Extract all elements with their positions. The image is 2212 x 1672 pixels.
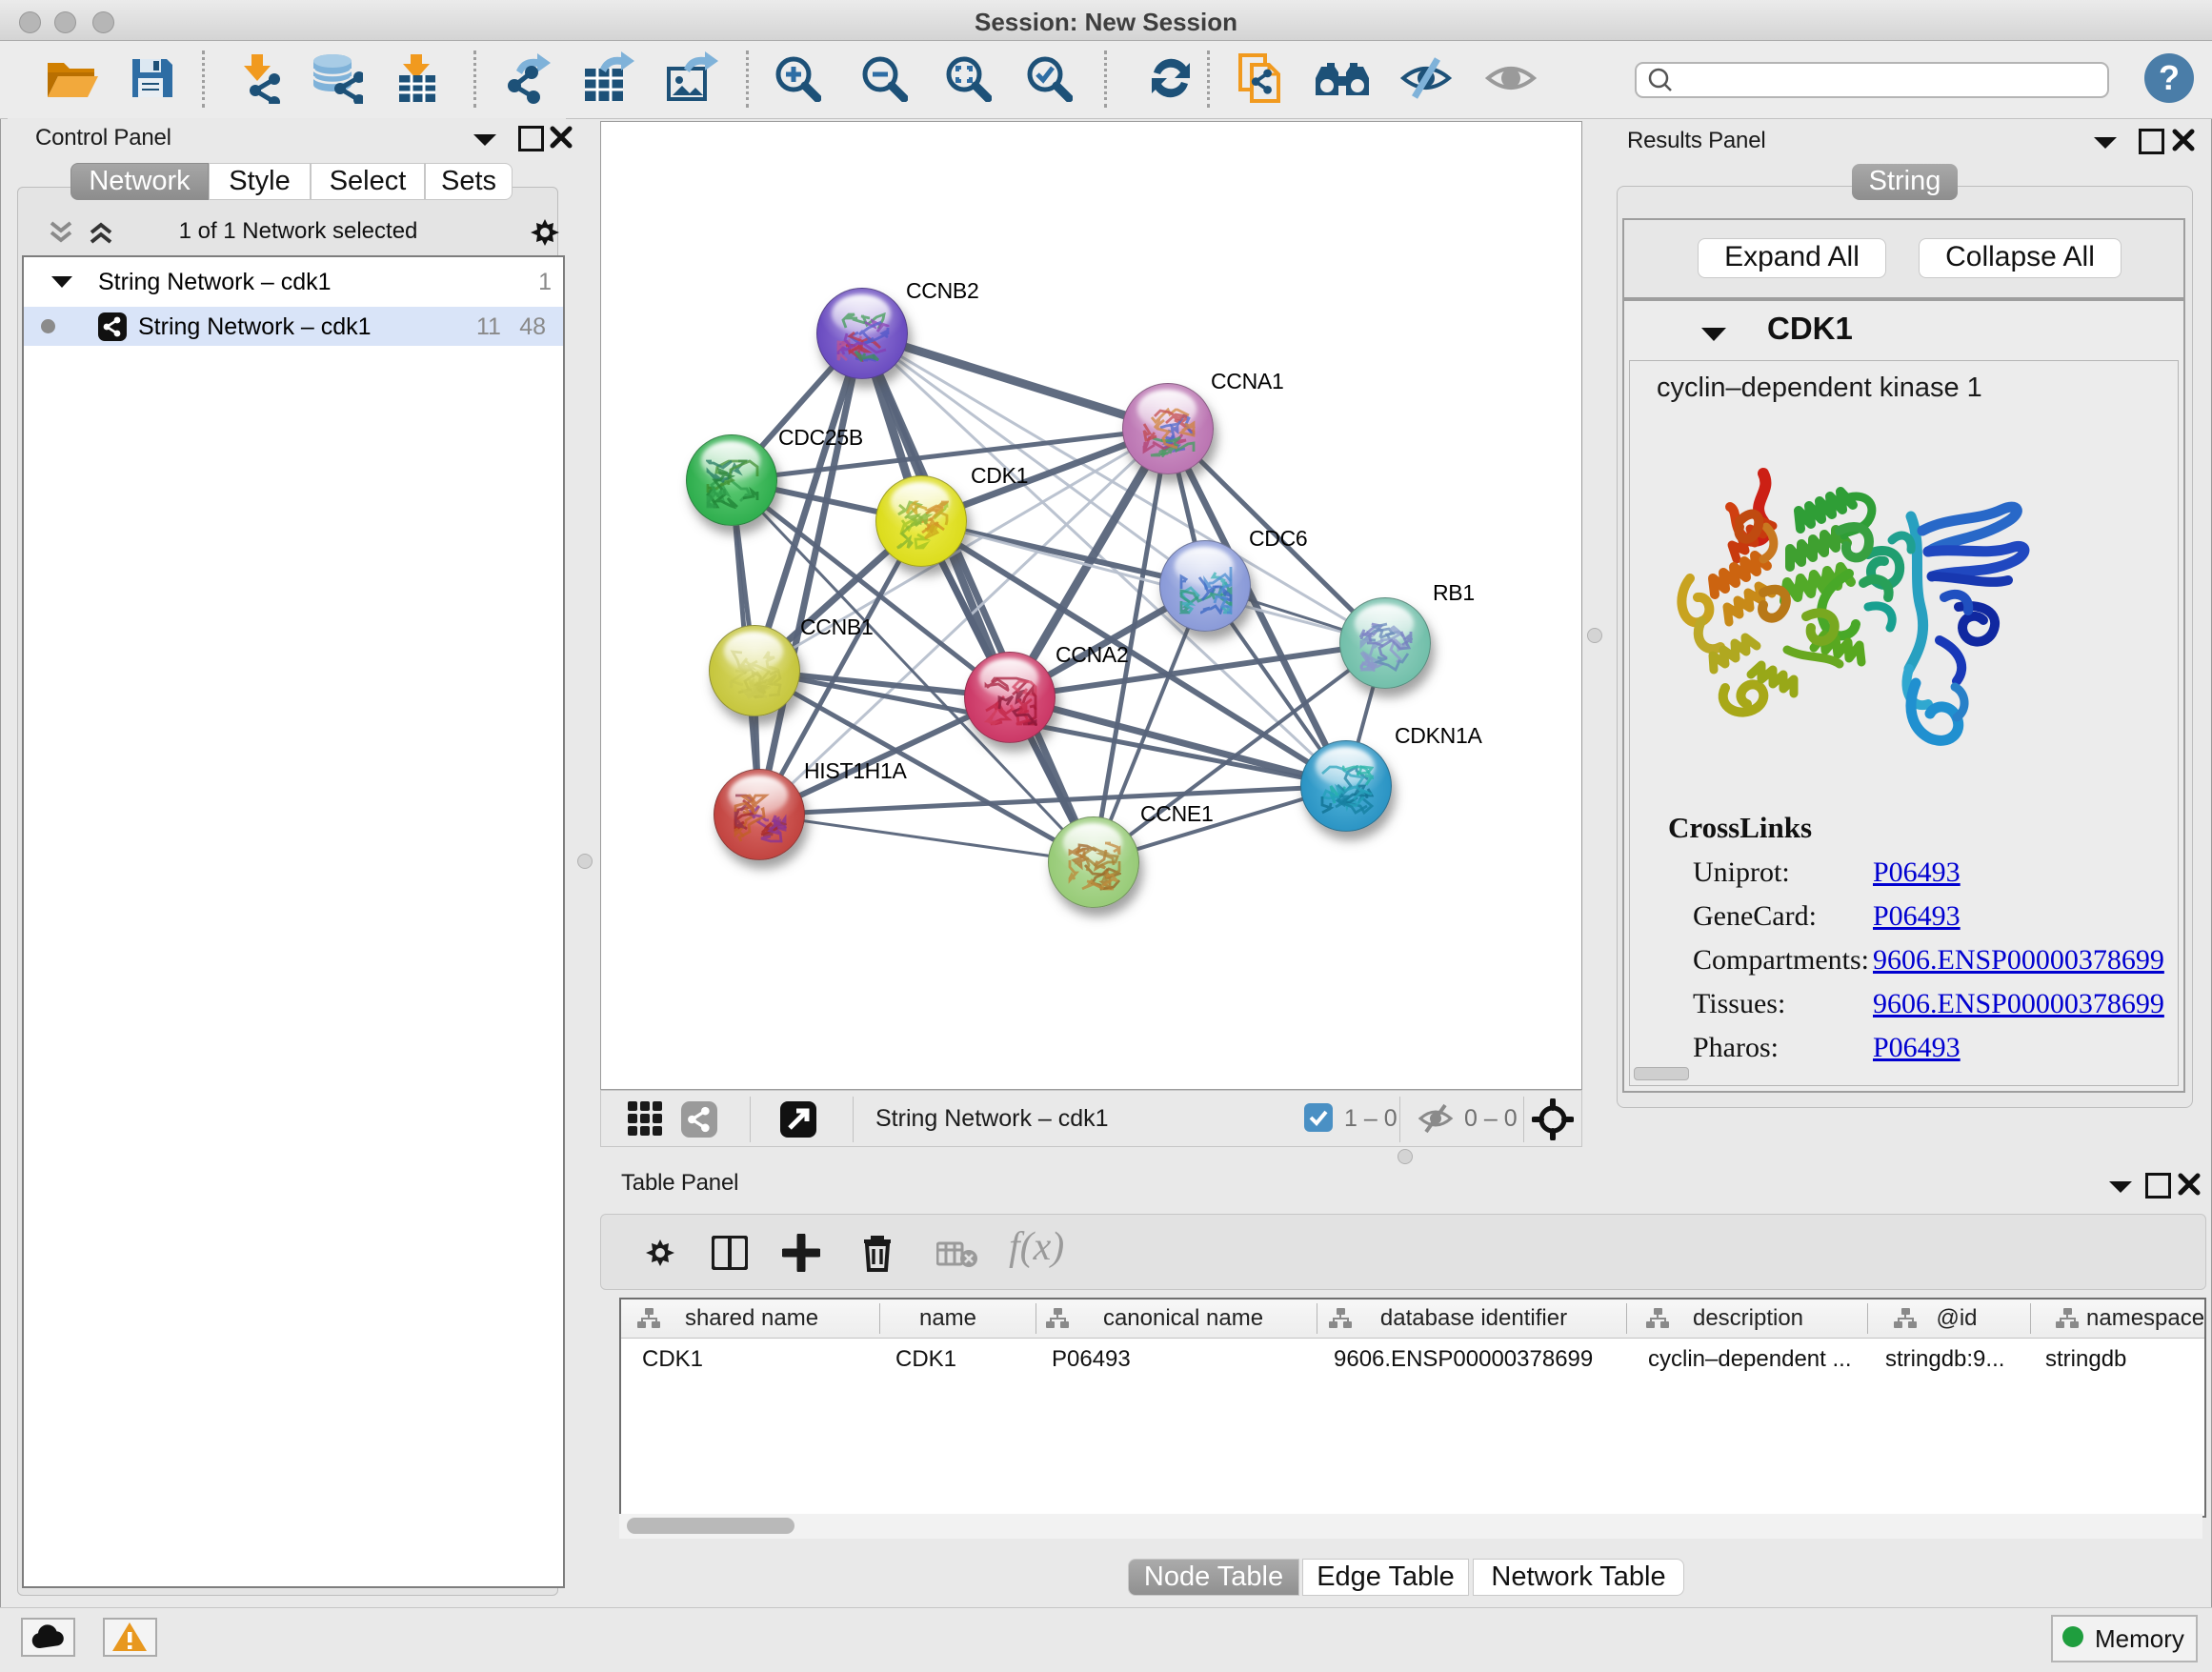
svg-text:?: ? bbox=[2159, 58, 2180, 97]
